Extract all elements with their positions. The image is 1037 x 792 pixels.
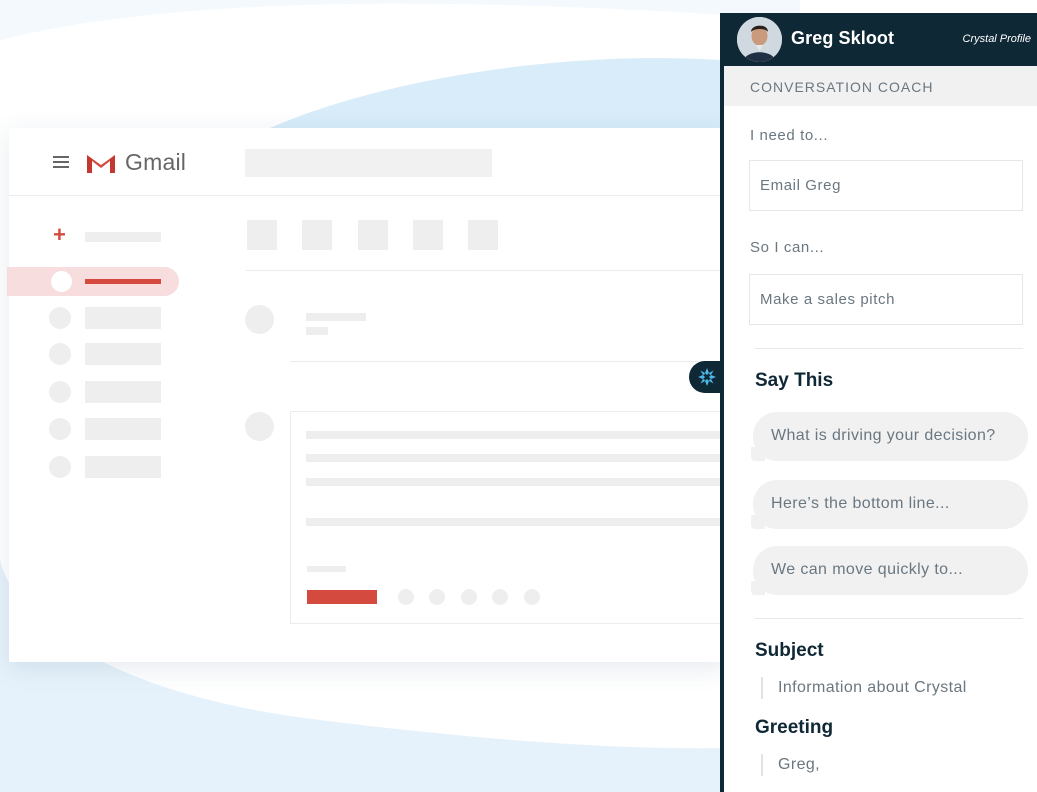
toolbar-button[interactable] xyxy=(247,220,277,250)
nav-item-icon xyxy=(49,418,71,440)
thread-divider xyxy=(290,361,729,362)
search-bar-placeholder[interactable] xyxy=(245,149,492,177)
gmail-header: Gmail xyxy=(9,128,729,196)
need-input[interactable] xyxy=(749,160,1023,211)
nav-item-label-placeholder xyxy=(85,307,161,329)
nav-item-icon xyxy=(51,271,72,292)
suggestion-bubble[interactable]: What is driving your decision? xyxy=(751,412,1028,461)
format-option-icon[interactable] xyxy=(492,589,508,605)
text-line-placeholder xyxy=(306,454,729,462)
format-option-icon[interactable] xyxy=(461,589,477,605)
conversation-coach-bar: CONVERSATION COACH xyxy=(724,66,1037,106)
subject-title: Subject xyxy=(755,640,824,661)
toolbar-button[interactable] xyxy=(468,220,498,250)
compose-label-placeholder xyxy=(85,232,161,242)
format-option-icon[interactable] xyxy=(398,589,414,605)
say-this-title: Say This xyxy=(755,370,834,391)
subject-value[interactable]: Information about Crystal xyxy=(761,677,967,699)
format-option-icon[interactable] xyxy=(524,589,540,605)
nav-item-label-placeholder xyxy=(85,418,161,440)
nav-item[interactable] xyxy=(49,381,161,403)
crystal-logo-icon xyxy=(698,368,716,386)
nav-item[interactable] xyxy=(49,418,161,440)
text-line-placeholder xyxy=(306,518,729,526)
sender-meta-placeholder xyxy=(306,327,328,335)
panel-header: Greg Skloot Crystal Profile xyxy=(724,13,1037,66)
reply-avatar xyxy=(245,412,274,441)
suggestion-bubble[interactable]: We can move quickly to... xyxy=(751,546,1028,595)
avatar xyxy=(737,17,782,62)
nav-item-icon xyxy=(49,456,71,478)
profile-name: Greg Skloot xyxy=(791,28,895,48)
greeting-value[interactable]: Greg, xyxy=(761,754,820,776)
nav-item-label-placeholder xyxy=(85,456,161,478)
gmail-logo-icon xyxy=(87,155,115,173)
menu-icon[interactable] xyxy=(53,156,69,168)
gmail-wordmark: Gmail xyxy=(125,149,187,175)
greeting-title: Greeting xyxy=(755,717,834,738)
compose-plus-icon[interactable]: + xyxy=(53,224,66,246)
nav-item[interactable] xyxy=(49,307,161,329)
section-divider xyxy=(755,618,1023,619)
sender-name-placeholder xyxy=(306,313,366,321)
goal-label: So I can... xyxy=(750,239,825,256)
coach-title: CONVERSATION COACH xyxy=(750,79,934,95)
nav-item[interactable] xyxy=(49,456,161,478)
signature-placeholder xyxy=(307,566,346,572)
nav-item[interactable] xyxy=(49,343,161,365)
sender-avatar xyxy=(245,305,274,334)
send-button[interactable] xyxy=(307,590,377,604)
toolbar-button[interactable] xyxy=(358,220,388,250)
toolbar-divider xyxy=(246,270,729,271)
nav-item-icon xyxy=(49,307,71,329)
section-divider xyxy=(755,348,1023,349)
crystal-profile-link[interactable]: Crystal Profile xyxy=(963,33,1031,45)
text-line-placeholder xyxy=(306,431,729,439)
nav-item-active[interactable] xyxy=(7,267,179,296)
crystal-panel: Greg Skloot Crystal Profile CONVERSATION… xyxy=(720,13,1037,792)
suggestion-bubble[interactable]: Here’s the bottom line... xyxy=(751,480,1028,529)
need-label: I need to... xyxy=(750,127,829,144)
gmail-window: Gmail + xyxy=(7,128,729,662)
text-line-placeholder xyxy=(306,478,729,486)
person-photo-icon xyxy=(737,17,782,62)
format-option-icon[interactable] xyxy=(429,589,445,605)
toolbar-button[interactable] xyxy=(413,220,443,250)
nav-item-icon xyxy=(49,343,71,365)
toolbar-button[interactable] xyxy=(302,220,332,250)
nav-item-label-placeholder xyxy=(85,343,161,365)
nav-item-label-placeholder xyxy=(85,279,161,284)
goal-input[interactable] xyxy=(749,274,1023,325)
nav-item-label-placeholder xyxy=(85,381,161,403)
nav-item-icon xyxy=(49,381,71,403)
